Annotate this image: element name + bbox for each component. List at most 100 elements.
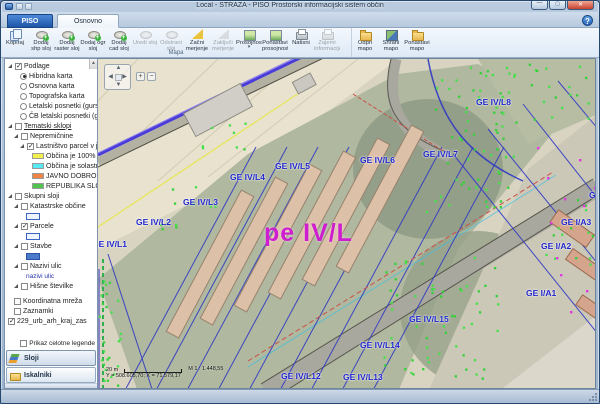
tree-item-label[interactable]: Hišne številke [30,283,73,290]
ribbon-button-dodaj-raster-sloj[interactable]: Dodaj raster sloj [54,29,80,51]
legend-swatch [32,173,44,179]
panel-bar-iskalniki[interactable]: Iskalniki [6,367,96,383]
basemap-radio[interactable] [20,93,27,100]
tree-expander-icon[interactable] [8,194,12,198]
tree-item-label[interactable]: Nepremičnine [30,133,73,140]
basemap-radio[interactable] [20,103,27,110]
tree-item-label[interactable]: Katastrske občine [30,203,86,210]
tree-item-label[interactable]: Zaznamki [23,308,53,315]
ribbon-button-za-ni-merjenje[interactable]: Začni merjenje [184,29,210,51]
tree-expander-icon[interactable] [14,264,18,268]
basemap-radio[interactable] [20,113,27,120]
tree-item-stavbe: Stavbe [6,241,97,251]
layer-checkbox[interactable] [21,133,28,140]
layer-checkbox[interactable] [14,298,21,305]
maximize-button[interactable] [549,1,566,10]
pan-down-icon[interactable]: ▼ [115,82,122,89]
zone-label-ge-iv-l14: GE IV/L14 [360,340,400,350]
tree-item-ob-ina-je-solastnik: Občina je solastnik [6,161,97,171]
tree-item-label[interactable]: Stavbe [30,243,52,250]
tree-item-swatch [6,211,97,221]
panel-bar-sloji[interactable]: Sloji [6,350,96,366]
help-icon[interactable]: ? [582,15,593,26]
layer-checkbox[interactable] [14,308,21,315]
ribbon-button-dodaj-cad-sloj[interactable]: Dodaj cad sloj [106,29,132,51]
ribbon-button-odpri-mapo[interactable]: Odpri mapo [352,29,378,51]
tree-scrollbar-up[interactable]: ▲ [89,59,97,69]
quick-access-button-2[interactable] [25,3,32,10]
tree-expander-icon[interactable] [8,124,12,128]
zoom-out-button[interactable]: − [147,72,156,81]
layer-checkbox[interactable] [21,283,28,290]
tree-item-ob-ina-je-100-lastnik: Občina je 100% lastnik [6,151,97,161]
pan-center[interactable] [115,74,122,81]
titlebar[interactable]: Local - STRAŽA - PISO Prostorski informa… [1,1,599,12]
minimize-button[interactable] [531,1,548,10]
close-button[interactable] [567,1,594,10]
zone-label-ge-iv-l15: GE IV/L15 [409,314,449,324]
resize-grip[interactable] [588,392,597,401]
ribbon-button-dodaj-ogr-sloj[interactable]: Dodaj ogr sloj [80,29,106,51]
layer-checkbox[interactable] [21,243,28,250]
tree-item-label[interactable]: Osnovna karta [29,83,75,90]
tree-item-label[interactable]: Topografska karta [29,93,85,100]
map-pan-control[interactable]: ▲ ▼ ◀ ▶ [104,64,131,90]
ribbon-button-ponastavi-prosojnost[interactable]: Ponastavi prosojnost [262,29,288,51]
tree-expander-icon[interactable] [14,134,18,138]
tree-item-osnovna-karta: Osnovna karta [6,81,97,91]
pan-up-icon[interactable]: ▲ [115,65,122,72]
basemap-radio[interactable] [20,73,27,80]
zoom-in-button[interactable]: + [136,72,145,81]
ribbon-button-ponastavi-mapo[interactable]: Ponastavi mapo [404,29,430,51]
layer-tree: Podlage Hibridna karta Osnovna karta Topogr… [5,59,97,338]
tree-item-label[interactable]: Skupni sloji [24,193,59,200]
layer-checkbox[interactable] [21,263,28,270]
basemap-radio[interactable] [20,83,27,90]
tree-expander-icon[interactable] [14,244,18,248]
tree-item-katastrske-ob-ine: Katastrske občine [6,201,97,211]
tree-expander-icon[interactable] [20,144,24,148]
zone-label-ge-iv-l2: GE IV/L2 [136,217,171,227]
tree-expander-icon[interactable] [14,204,18,208]
tree-item-label[interactable]: 229_urb_arh_kraj_zas [17,318,87,325]
layer-checkbox[interactable] [15,63,22,70]
tree-item-label[interactable]: Parcele [30,223,54,230]
measure-icon [191,29,204,40]
layer-checkbox[interactable] [27,143,34,150]
app-icon[interactable] [5,3,13,10]
layer-checkbox[interactable] [15,123,22,130]
ribbon-group-mapo: Odpri mapoShrani mapoPonastavi mapo [351,28,431,57]
map-icon [385,29,398,40]
map-viewport[interactable]: GE IV/L1GE IV/L2GE IV/L3GE IV/L4GE IV/L5… [98,58,596,389]
show-full-legend-checkbox[interactable] [20,340,27,347]
quick-access-button-1[interactable] [16,3,23,10]
pan-right-icon[interactable]: ▶ [121,74,128,81]
ribbon-button-prosojnost[interactable]: Prosojnost▾ [236,29,262,51]
tree-item-label[interactable]: Letalski posnetki (gurs) [29,103,97,110]
show-full-legend-label: Prikaz celotne legende [29,340,95,347]
layer-checkbox[interactable] [8,318,15,325]
layer-checkbox[interactable] [21,223,28,230]
tree-expander-icon[interactable] [14,284,18,288]
layer-checkbox[interactable] [21,203,28,210]
ribbon-button-kopiraj[interactable]: Kopiraj [2,29,28,51]
sidebar-footer [5,383,97,388]
pan-left-icon[interactable]: ◀ [107,74,114,81]
tree-item-label[interactable]: Tematski sklopi [24,123,71,130]
ribbon-button-shrani-mapo[interactable]: Shrani mapo [378,29,404,51]
tree-item-label[interactable]: ČB letalski posnetki (gurs-arhiv) [29,113,97,120]
tree-item-label[interactable]: Hibridna karta [29,73,73,80]
tree-expander-icon[interactable] [14,224,18,228]
ribbon-button-dodaj-shp-sloj[interactable]: Dodaj shp sloj [28,29,54,51]
tree-item-label[interactable]: Lastništvo parcel v javni lasti [36,143,97,150]
tab-piso[interactable]: PISO [7,14,53,28]
tree-item-label[interactable]: Nazivi ulic [30,263,62,270]
ribbon-button-natisni[interactable]: Natisni [288,29,314,51]
tree-item-label[interactable]: Podlage [24,63,50,70]
layer-checkbox[interactable] [15,193,22,200]
layers-sidebar: Podlage Hibridna karta Osnovna karta Topogr… [4,58,98,389]
tree-expander-icon[interactable] [8,64,12,68]
tree-item-label[interactable]: Koordinatna mreža [23,298,82,305]
tab-osnovno[interactable]: Osnovno [57,14,119,28]
pic-icon [269,29,282,40]
